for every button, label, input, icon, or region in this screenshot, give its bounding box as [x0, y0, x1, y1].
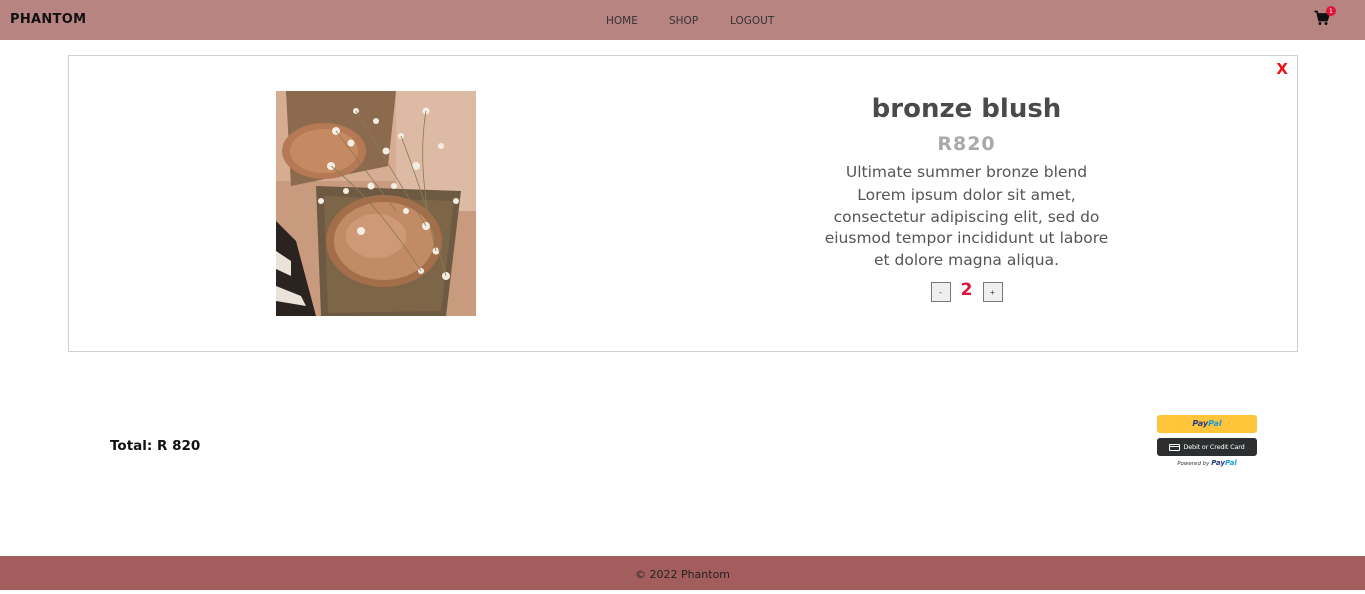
footer-copyright: © 2022 Phantom: [634, 568, 731, 581]
nav-link-home[interactable]: HOME: [606, 15, 638, 27]
nav-link-shop[interactable]: SHOP: [669, 15, 698, 27]
decrement-quantity-button[interactable]: -: [930, 282, 951, 302]
navbar: PHANTOM HOME SHOP LOGOUT 1: [0, 0, 1365, 40]
product-title: bronze blush: [871, 94, 1062, 124]
brand-logo[interactable]: PHANTOM: [10, 12, 86, 27]
powered-logo-pal: Pal: [1224, 459, 1237, 467]
nav-link-logout[interactable]: LOGOUT: [730, 15, 774, 27]
paypal-logo-pay: Pay: [1192, 419, 1209, 428]
cart-button[interactable]: 1: [1314, 6, 1338, 30]
product-description: Lorem ipsum dolor sit amet, consectetur …: [824, 186, 1109, 269]
powered-by-label: Powered by: [1177, 461, 1210, 467]
cart-count-badge: 1: [1326, 6, 1336, 16]
quantity-stepper: - 2 +: [814, 280, 1119, 303]
footer: © 2022 Phantom: [0, 556, 1365, 590]
quantity-value: 2: [960, 280, 973, 300]
remove-item-button[interactable]: X: [1276, 60, 1288, 78]
product-info: bronze blush R820 Ultimate summer bronze…: [814, 91, 1119, 303]
paypal-button[interactable]: PayPal: [1157, 415, 1257, 433]
powered-by-paypal: Powered by PayPal: [1157, 459, 1257, 467]
product-image: [276, 91, 476, 316]
card-button-label: Debit or Credit Card: [1183, 443, 1245, 451]
cart-total: Total: R 820: [110, 438, 201, 454]
credit-card-icon: [1169, 443, 1181, 451]
powered-logo-pay: Pay: [1211, 459, 1225, 467]
product-price: R820: [937, 133, 996, 155]
increment-quantity-button[interactable]: +: [982, 282, 1003, 302]
debit-credit-card-button[interactable]: Debit or Credit Card: [1157, 438, 1257, 456]
product-subtitle: Ultimate summer bronze blend: [845, 163, 1088, 181]
paypal-logo-pal: Pal: [1208, 419, 1222, 428]
cart-item-card: X bronze blush R820 Ultimate summer bron…: [68, 55, 1298, 352]
product-photo: [276, 91, 476, 316]
